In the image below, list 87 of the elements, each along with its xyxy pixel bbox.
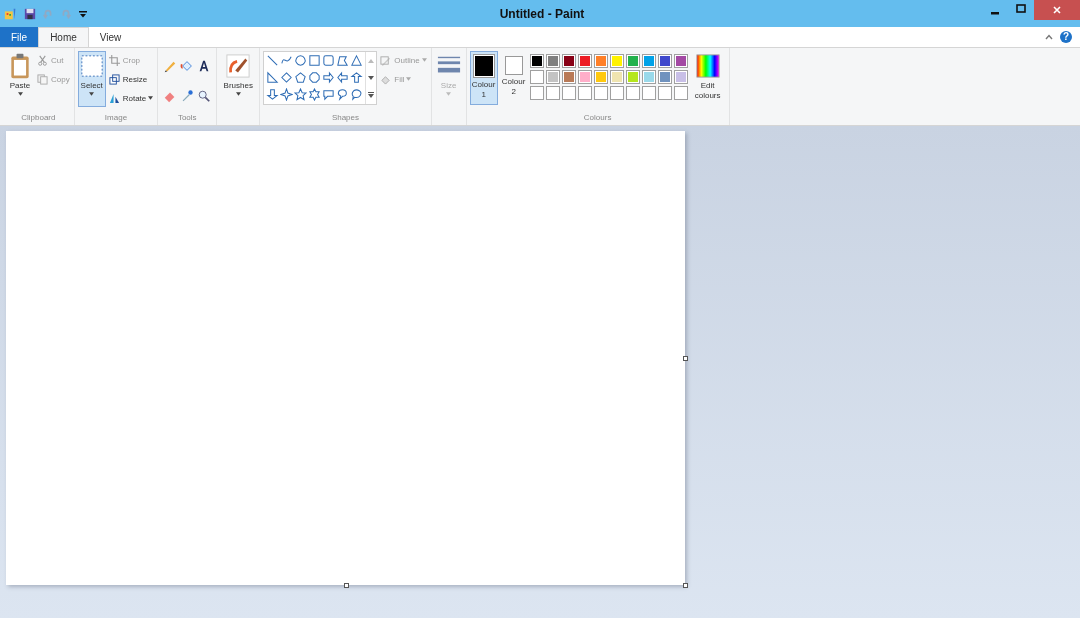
colour-swatch[interactable]	[593, 54, 608, 68]
colour-swatch[interactable]	[529, 54, 544, 68]
resize-handle[interactable]	[344, 583, 349, 588]
shape-icon[interactable]	[322, 71, 336, 84]
shape-icon[interactable]	[280, 71, 294, 84]
shape-icon[interactable]	[336, 54, 350, 67]
shape-icon[interactable]	[308, 54, 322, 67]
caret-icon	[148, 96, 154, 100]
expand-gallery-icon[interactable]	[367, 91, 376, 100]
colour-swatch[interactable]	[545, 70, 560, 84]
colour-swatch[interactable]	[561, 70, 576, 84]
scissors-icon	[37, 54, 48, 66]
outline-pen-icon	[380, 54, 392, 66]
colour-swatch[interactable]	[577, 54, 592, 68]
shape-icon[interactable]	[350, 71, 364, 84]
colour-swatch[interactable]	[657, 70, 672, 84]
help-icon[interactable]: ?	[1060, 31, 1072, 43]
shape-icon[interactable]	[322, 88, 336, 101]
colour-swatch[interactable]	[609, 70, 624, 84]
colour-swatch[interactable]	[561, 54, 576, 68]
rotate-button[interactable]: Rotate	[107, 89, 155, 107]
window-title: Untitled - Paint	[498, 6, 586, 21]
edit-colours-button[interactable]: Edit colours	[689, 51, 726, 107]
shape-icon[interactable]	[280, 88, 294, 101]
select-button[interactable]: Select	[77, 51, 106, 107]
colour-swatch[interactable]	[593, 70, 608, 84]
resize-handle[interactable]	[683, 583, 688, 588]
group-label: Shapes	[330, 113, 360, 124]
shape-icon[interactable]	[336, 71, 350, 84]
shape-icon[interactable]	[294, 71, 308, 84]
shape-icon[interactable]	[294, 88, 308, 101]
crop-icon	[108, 54, 120, 66]
save-icon[interactable]	[24, 7, 36, 20]
shape-icon[interactable]	[266, 71, 280, 84]
resize-icon	[108, 73, 120, 85]
colour-1-button[interactable]: Colour 1	[469, 51, 498, 105]
group-label: Colours	[582, 113, 613, 124]
group-label: Image	[103, 113, 129, 124]
caret-icon	[89, 92, 95, 96]
colour-swatch[interactable]	[577, 70, 592, 84]
colour-swatch[interactable]	[625, 54, 640, 68]
resize-handle[interactable]	[683, 356, 688, 361]
rotate-icon	[108, 92, 120, 104]
caret-icon	[406, 77, 412, 81]
caret-icon	[421, 58, 427, 62]
colour-swatch[interactable]	[625, 70, 640, 84]
shape-icon[interactable]	[350, 54, 364, 67]
colour-swatch[interactable]	[529, 70, 544, 84]
shape-icon[interactable]	[350, 88, 364, 101]
scroll-down-icon[interactable]	[367, 74, 376, 82]
copy-icon	[37, 73, 48, 85]
resize-button[interactable]: Resize	[107, 70, 155, 88]
shape-icon[interactable]	[322, 54, 336, 67]
clipboard-icon	[8, 53, 32, 79]
customize-dropdown-icon[interactable]	[78, 8, 88, 19]
colour-swatch[interactable]	[609, 54, 624, 68]
colour-swatch[interactable]	[673, 54, 688, 68]
ribbon-tab[interactable]: File	[0, 27, 39, 47]
colour-picker-icon[interactable]	[180, 89, 195, 103]
magnifier-icon[interactable]	[197, 89, 212, 103]
shape-icon[interactable]	[266, 54, 280, 67]
colour-swatch[interactable]	[545, 54, 560, 68]
fill-bucket-icon	[380, 73, 392, 85]
shape-icon[interactable]	[294, 54, 308, 67]
selection-rectangle-icon	[79, 53, 104, 79]
ribbon-tab[interactable]: Home	[38, 27, 89, 47]
shape-icon[interactable]	[266, 88, 280, 101]
group-label: Tools	[176, 113, 198, 124]
paste-button[interactable]: Paste	[6, 51, 34, 107]
close-icon	[1052, 5, 1062, 15]
colour-swatch[interactable]	[641, 54, 656, 68]
caret-icon	[235, 92, 241, 96]
shape-icon[interactable]	[308, 88, 322, 101]
brush-icon	[226, 53, 251, 79]
shape-icon[interactable]	[308, 71, 322, 84]
caret-icon	[446, 92, 452, 96]
colour-swatch[interactable]	[657, 54, 672, 68]
caret-icon	[17, 92, 23, 96]
colour-spectrum-icon	[695, 53, 720, 79]
brushes-button[interactable]: Brushes	[220, 51, 257, 107]
collapse-ribbon-icon[interactable]	[1044, 32, 1054, 42]
colour-swatch[interactable]	[641, 70, 656, 84]
colour-2-button[interactable]: Colour 2	[499, 51, 528, 105]
colour-swatch[interactable]	[673, 70, 688, 84]
paint-app-icon[interactable]	[4, 6, 18, 21]
shape-icon[interactable]	[336, 88, 350, 101]
group-label: Clipboard	[20, 113, 57, 124]
